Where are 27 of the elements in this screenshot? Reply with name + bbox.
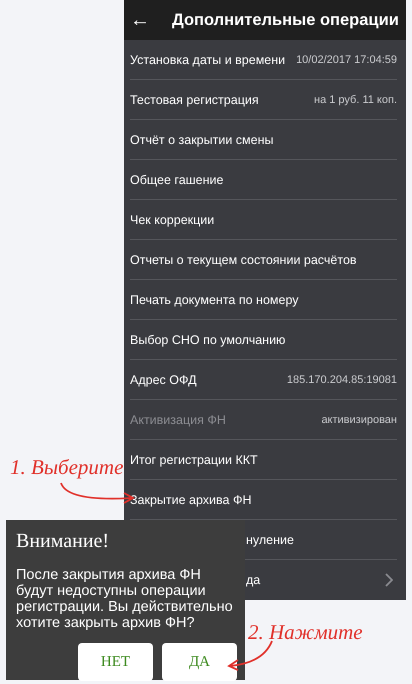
- annotation-text: 2. Нажмите: [248, 620, 363, 645]
- annotation-text: 1. Выберите: [10, 455, 124, 480]
- dialog-message: После закрытия архива ФН будут недоступны операции регистрации. Вы действительно хотите закрыть архив ФН?: [16, 567, 234, 631]
- menu-item[interactable]: Отчёт о закрытии смены: [130, 132, 274, 146]
- item-value: 10/02/2017 17:04:59: [296, 54, 397, 66]
- item-value: 185.170.204.85:19081: [286, 374, 397, 386]
- screen-title: Дополнительные операции: [172, 10, 399, 30]
- menu-item[interactable]: Закрытие архива ФН: [130, 492, 252, 506]
- dialog-button[interactable]: НЕТ: [78, 643, 153, 681]
- menu-item[interactable]: Тестовая регистрация: [130, 92, 259, 106]
- arrow: [227, 640, 273, 671]
- menu-item[interactable]: Печать документа по номеру: [130, 292, 298, 306]
- menu-item[interactable]: нуление: [246, 532, 294, 546]
- item-value: на 1 руб. 11 коп.: [314, 94, 397, 106]
- dialog-button[interactable]: ДА: [162, 643, 237, 681]
- chevron-icon: [385, 573, 393, 587]
- back-icon[interactable]: ←: [126, 8, 154, 32]
- menu-item[interactable]: Выбор СНО по умолчанию: [130, 332, 286, 346]
- menu-item[interactable]: Адрес ОФД: [130, 372, 197, 386]
- menu-item[interactable]: да: [246, 573, 260, 587]
- menu-item[interactable]: Отчеты о текущем состоянии расчётов: [130, 252, 357, 266]
- menu-item[interactable]: Итог регистрации ККТ: [130, 452, 258, 466]
- menu-item[interactable]: Установка даты и времени: [130, 52, 286, 66]
- item-value: активизирован: [321, 414, 397, 426]
- menu-item[interactable]: Общее гашение: [130, 172, 224, 186]
- menu-item[interactable]: Чек коррекции: [130, 212, 214, 226]
- dialog-title: Внимание!: [16, 530, 110, 553]
